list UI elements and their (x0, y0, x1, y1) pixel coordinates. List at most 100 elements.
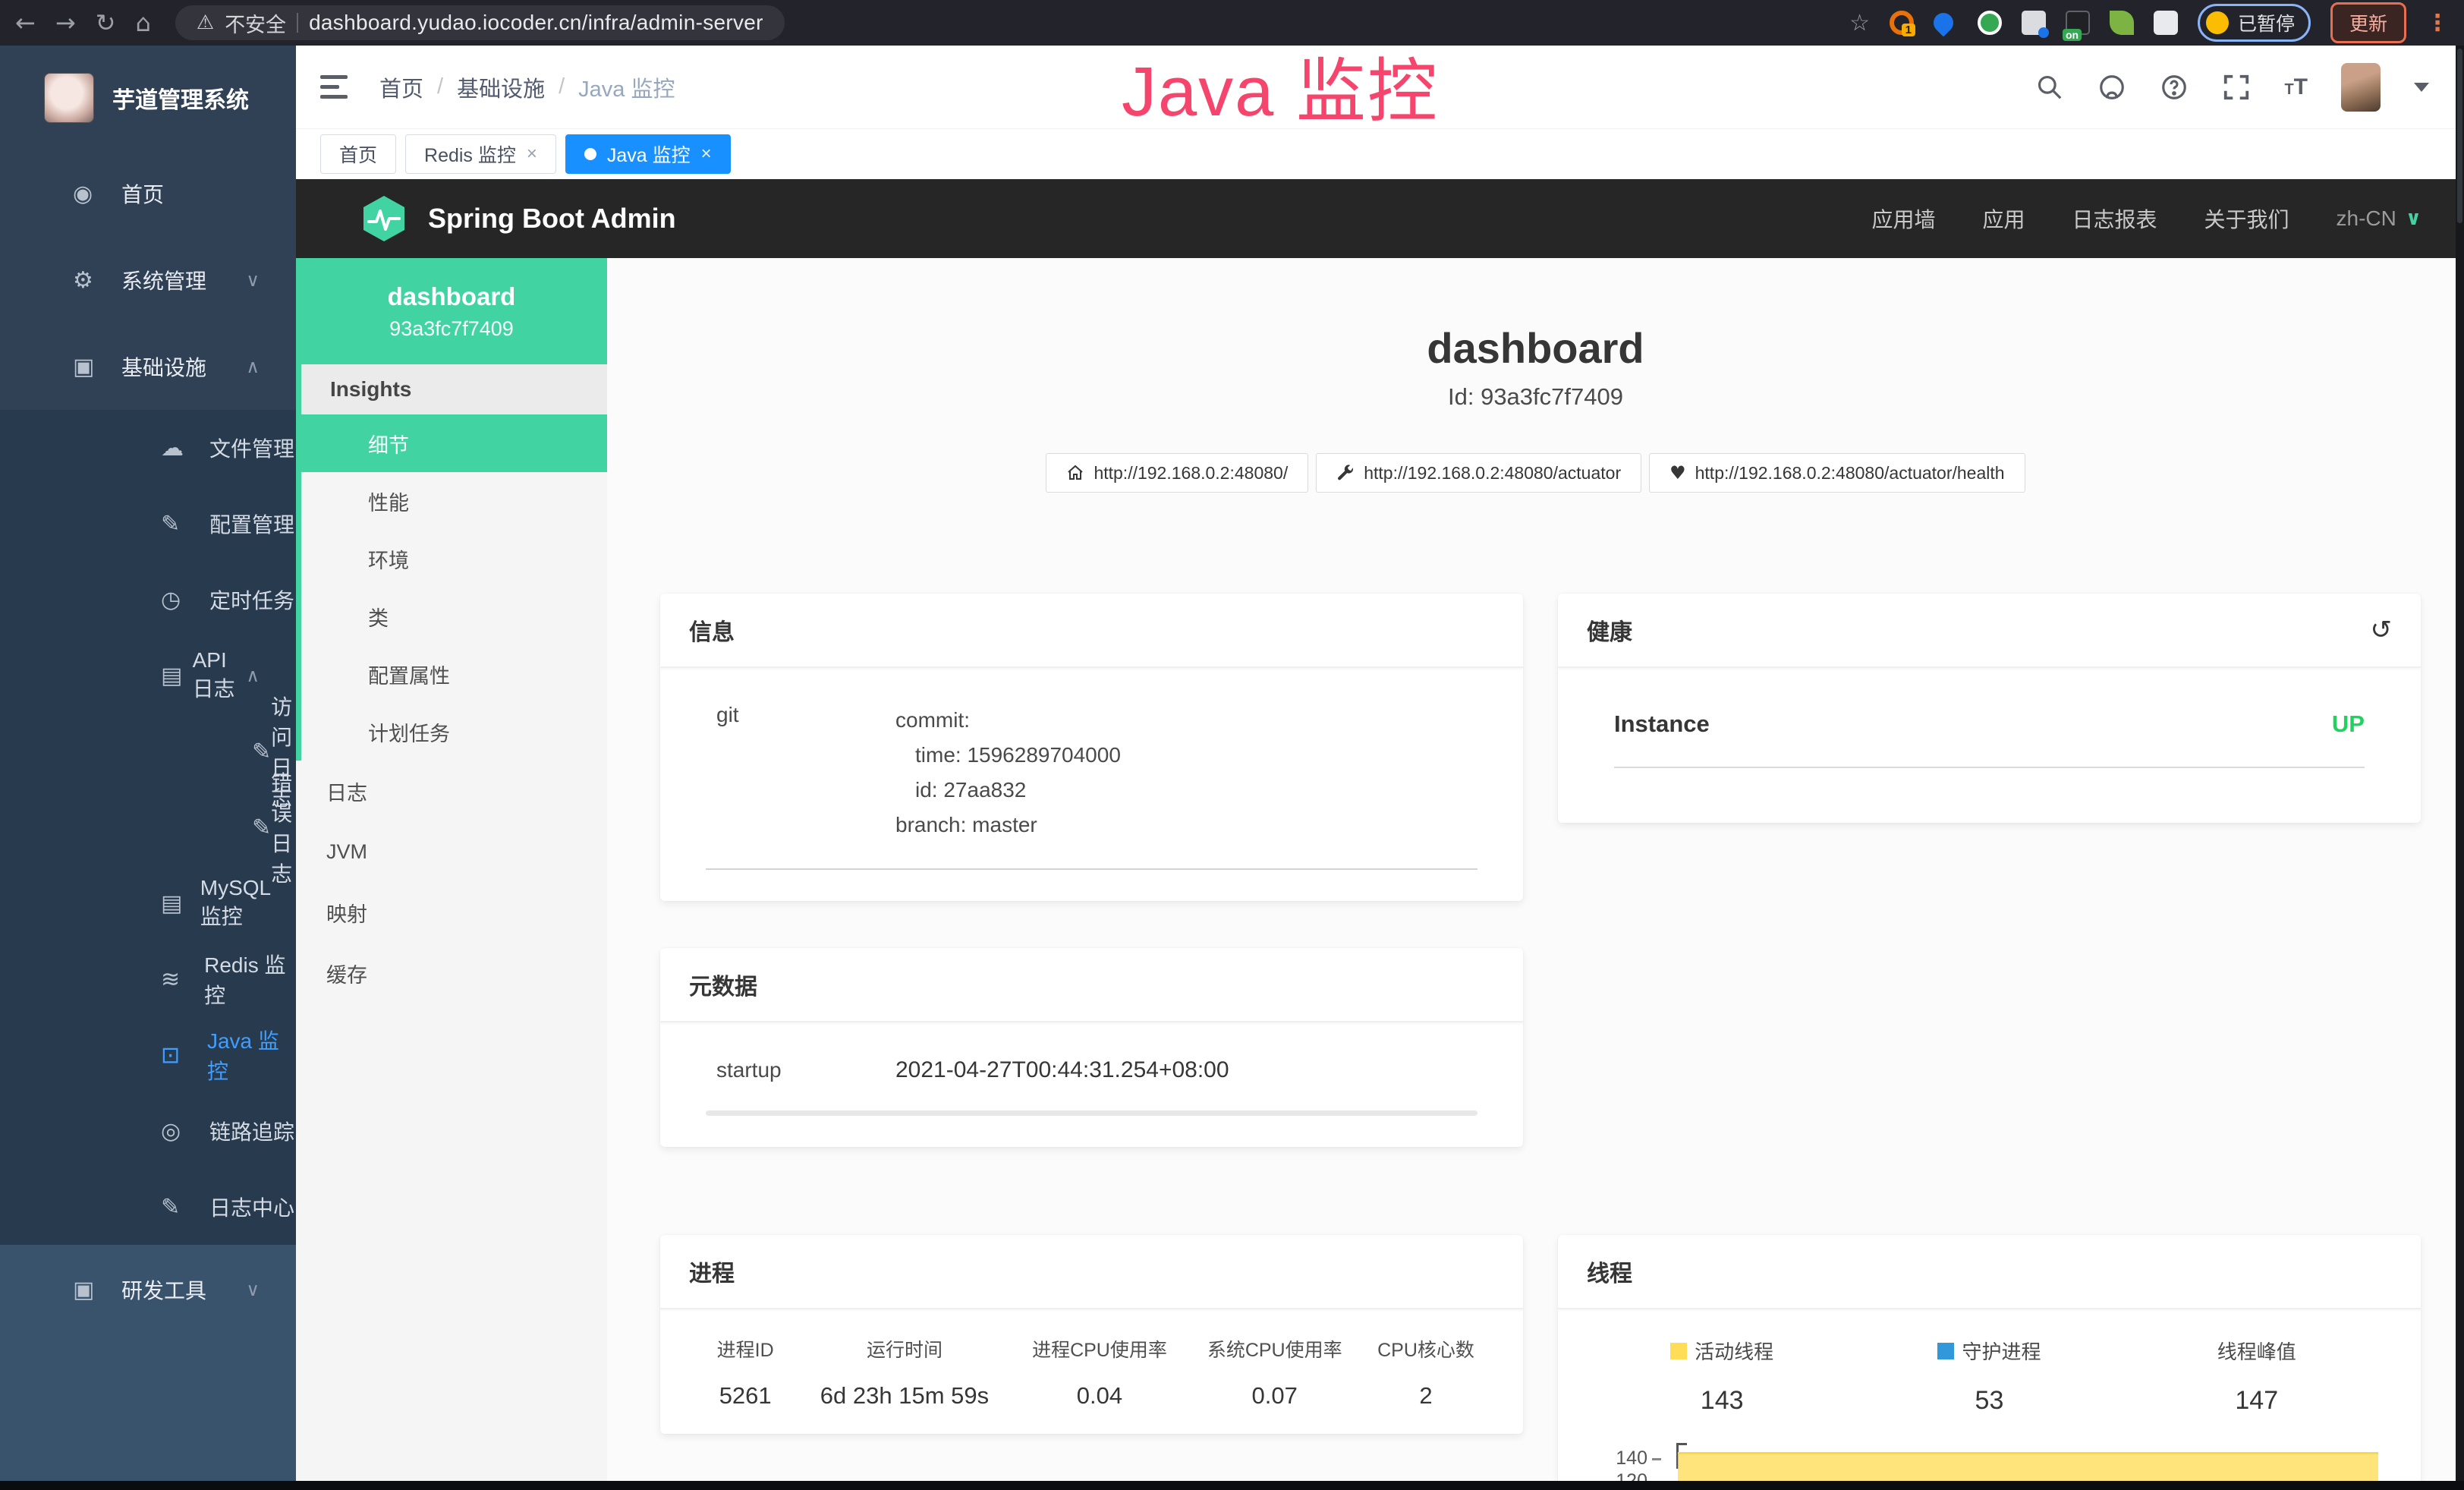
sba-item-details[interactable]: 细节 (301, 414, 607, 472)
sba-nav-about[interactable]: 关于我们 (2204, 203, 2289, 234)
sidebar-item-system[interactable]: ⚙ 系统管理 ∨ (0, 237, 296, 323)
extensions-puzzle-icon[interactable] (2154, 11, 2178, 35)
tab-home[interactable]: 首页 (320, 134, 396, 174)
tab-redis-monitor[interactable]: Redis 监控 × (405, 134, 556, 174)
edit-icon: ✎ (161, 511, 209, 537)
process-card-title: 进程 (689, 1255, 735, 1288)
app-logo-row[interactable]: 芋道管理系统 (0, 46, 296, 150)
paused-label: 已暂停 (2238, 9, 2295, 36)
health-instance-label[interactable]: Instance (1614, 710, 1710, 738)
sidebar-item-home[interactable]: ◉ 首页 (0, 150, 296, 237)
tab-java-monitor[interactable]: Java 监控 × (565, 134, 731, 174)
address-bar[interactable]: ⚠ 不安全 dashboard.yudao.iocoder.cn/infra/a… (175, 5, 785, 40)
browser-home-icon[interactable]: ⌂ (135, 0, 150, 46)
extension-switch-icon[interactable]: on (2066, 11, 2090, 35)
sidebar-item-java-monitor[interactable]: ⊡ Java 监控 (0, 1017, 296, 1093)
search-icon[interactable] (2035, 73, 2064, 102)
legend-daemon-threads: 守护进程 (1855, 1337, 2123, 1365)
extension-colorzilla-icon[interactable]: 1 (1890, 11, 1914, 35)
sidebar-tools-section: ▣ 研发工具 ∨ (0, 1245, 296, 1490)
sba-brand-title[interactable]: Spring Boot Admin (428, 203, 676, 235)
sba-item-metrics[interactable]: 性能 (301, 472, 607, 530)
sba-item-environment[interactable]: 环境 (301, 530, 607, 587)
sba-nav-wallboard[interactable]: 应用墙 (1871, 203, 1935, 234)
sidebar-item-config-manage[interactable]: ✎ 配置管理 (0, 486, 296, 562)
actuator-url-button[interactable]: http://192.168.0.2:48080/actuator (1316, 453, 1641, 493)
breadcrumb-infra[interactable]: 基础设施 (457, 71, 545, 103)
window-scrollbar[interactable] (2456, 46, 2464, 1490)
sba-language-select[interactable]: zh-CN ∨ (2337, 206, 2422, 231)
sidebar-item-infra[interactable]: ▣ 基础设施 ∧ (0, 323, 296, 410)
close-icon[interactable]: × (701, 143, 712, 165)
doc-edit-icon: ✎ (252, 814, 271, 841)
sidebar-item-label: 基础设施 (121, 351, 206, 382)
sidebar-item-label: 配置管理 (209, 509, 294, 539)
browser-forward-icon[interactable]: → (55, 0, 76, 46)
sba-item-jvm[interactable]: JVM (296, 821, 607, 882)
extension-pin-icon[interactable] (1934, 11, 1958, 35)
peak-threads-value: 147 (2123, 1386, 2390, 1416)
bookmark-star-icon[interactable]: ☆ (1849, 10, 1870, 36)
metadata-row-label: startup (706, 1058, 895, 1082)
help-icon[interactable] (2160, 73, 2189, 102)
sidebar-item-scheduled-jobs[interactable]: ◷ 定时任务 (0, 562, 296, 638)
sba-item-config-props[interactable]: 配置属性 (301, 645, 607, 703)
browser-menu-icon[interactable]: ⋮ (2426, 10, 2449, 36)
github-icon[interactable] (2097, 73, 2126, 102)
sba-nav-journal[interactable]: 日志报表 (2072, 203, 2157, 234)
sidebar-item-dev-tools[interactable]: ▣ 研发工具 ∨ (0, 1245, 296, 1334)
screen-icon: ⊡ (161, 1042, 207, 1069)
sidebar-item-api-log[interactable]: ▤ API 日志 ∧ (0, 638, 296, 713)
breadcrumb-separator: / (437, 74, 443, 99)
close-icon[interactable]: × (527, 143, 537, 165)
row-divider (706, 868, 1477, 870)
health-status-badge: UP (2332, 710, 2365, 738)
log-icon: ▤ (161, 663, 193, 689)
sidebar-item-log-center[interactable]: ✎ 日志中心 (0, 1169, 296, 1245)
process-table-header: 进程ID 运行时间 进程CPU使用率 系统CPU使用率 CPU核心数 (694, 1335, 1490, 1362)
extension-leaf-icon[interactable] (2110, 11, 2134, 35)
browser-back-icon[interactable]: ← (15, 0, 36, 46)
chevron-down-icon: ∨ (246, 269, 260, 291)
extension-badge: 1 (1902, 24, 1915, 36)
sidebar-item-mysql-monitor[interactable]: ▤ MySQL 监控 (0, 865, 296, 941)
system-cpu: 0.07 (1187, 1382, 1362, 1410)
sba-item-scheduled-tasks[interactable]: 计划任务 (301, 703, 607, 761)
health-url-button[interactable]: ♥ http://192.168.0.2:48080/actuator/heal… (1649, 453, 2025, 493)
sba-item-caches[interactable]: 缓存 (296, 943, 607, 1003)
font-size-icon[interactable]: TT (2284, 74, 2308, 100)
sba-instance-header[interactable]: dashboard 93a3fc7f7409 (296, 258, 607, 364)
profile-paused-pill[interactable]: 已暂停 (2198, 4, 2311, 42)
browser-update-button[interactable]: 更新 (2330, 2, 2406, 43)
scrollbar-thumb[interactable] (2457, 49, 2462, 223)
cpu-cores: 2 (1362, 1382, 1490, 1410)
sidebar-item-redis-monitor[interactable]: ≋ Redis 监控 (0, 941, 296, 1017)
health-card: 健康 ↺ Instance UP (1558, 594, 2421, 823)
sidebar-item-file-manage[interactable]: ☁ 文件管理 (0, 410, 296, 486)
user-menu-caret-icon[interactable] (2414, 83, 2429, 92)
sba-item-classes[interactable]: 类 (301, 587, 607, 645)
threads-card: 线程 活动线程 守护进程 (1558, 1235, 2421, 1490)
metadata-row-value: 2021-04-27T00:44:31.254+08:00 (895, 1057, 1229, 1083)
sba-nav-applications[interactable]: 应用 (1982, 203, 2025, 234)
sba-item-mappings[interactable]: 映射 (296, 882, 607, 943)
browser-reload-icon[interactable]: ↻ (96, 0, 116, 46)
live-threads-value: 143 (1588, 1386, 1855, 1416)
breadcrumb-home[interactable]: 首页 (379, 71, 423, 103)
sidebar-item-error-log[interactable]: ✎ 错误日志 (0, 789, 296, 865)
extension-grid-icon[interactable] (2022, 11, 2046, 35)
sba-header: Spring Boot Admin 应用墙 应用 日志报表 关于我们 zh-CN… (296, 179, 2464, 258)
sba-instance-id: 93a3fc7f7409 (389, 317, 514, 341)
sidebar-item-trace[interactable]: ◎ 链路追踪 (0, 1093, 296, 1169)
sba-item-logs[interactable]: 日志 (296, 761, 607, 821)
fullscreen-icon[interactable] (2222, 73, 2251, 102)
database-icon: ▤ (161, 890, 200, 917)
dashboard-icon: ◉ (73, 181, 121, 207)
extension-green-icon[interactable] (1978, 11, 2002, 35)
history-icon[interactable]: ↺ (2371, 615, 2393, 645)
info-card: 信息 git commit: time: 1596289704000 id: 2… (660, 594, 1523, 901)
user-avatar[interactable] (2341, 63, 2381, 112)
service-url-button[interactable]: http://192.168.0.2:48080/ (1046, 453, 1308, 493)
sidebar-item-access-log[interactable]: ✎ 访问日志 (0, 713, 296, 789)
sidebar-collapse-icon[interactable] (320, 75, 348, 99)
